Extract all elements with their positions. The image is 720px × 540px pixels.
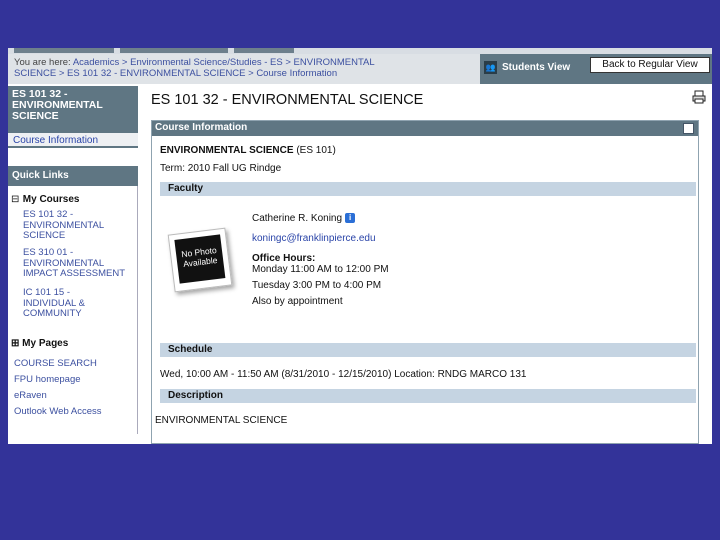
back-to-regular-view-button[interactable]: Back to Regular View	[590, 57, 710, 73]
course-code: (ES 101)	[296, 145, 336, 156]
description-text: ENVIRONMENTAL SCIENCE	[155, 415, 288, 426]
office-hours-item: Also by appointment	[252, 296, 343, 307]
office-hours-label: Office Hours:	[252, 253, 316, 264]
description-section-header: Description	[160, 389, 696, 403]
term-text: Term: 2010 Fall UG Rindge	[160, 163, 282, 174]
panel-header: Course Information	[152, 121, 698, 136]
page-link-fpu-homepage[interactable]: FPU homepage	[14, 374, 81, 385]
my-pages-header[interactable]: ⊞ My Pages	[11, 338, 68, 349]
info-icon[interactable]: i	[345, 213, 356, 224]
faculty-section-header: Faculty	[160, 182, 696, 196]
breadcrumb: You are here: Academics > Environmental …	[8, 54, 480, 84]
faculty-name-line: Catherine R. Koning i	[252, 213, 356, 224]
course-name: ENVIRONMENTAL SCIENCE	[160, 145, 294, 156]
top-tab[interactable]	[234, 48, 294, 53]
sidebar-course-title: ES 101 32 - ENVIRONMENTAL SCIENCE	[8, 86, 138, 133]
students-view-button[interactable]: 👥 Students View	[484, 58, 570, 76]
page-link-outlook[interactable]: Outlook Web Access	[14, 406, 101, 417]
print-icon[interactable]	[692, 90, 706, 104]
top-tab[interactable]	[120, 48, 228, 53]
faculty-email-link[interactable]: koningc@franklinpierce.edu	[252, 233, 376, 244]
breadcrumb-line2[interactable]: SCIENCE > ES 101 32 - ENVIRONMENTAL SCIE…	[14, 68, 480, 79]
breadcrumb-line1[interactable]: Academics > Environmental Science/Studie…	[73, 57, 375, 68]
collapse-icon[interactable]: ⊟	[11, 194, 20, 205]
course-link-es310[interactable]: ES 310 01 - ENVIRONMENTAL IMPACT ASSESSMEN…	[23, 247, 135, 280]
page-link-eraven[interactable]: eRaven	[14, 390, 47, 401]
page-link-course-search[interactable]: COURSE SEARCH	[14, 358, 97, 369]
course-link-ic101[interactable]: IC 101 15 - INDIVIDUAL & COMMUNITY	[23, 287, 135, 320]
page-title: ES 101 32 - ENVIRONMENTAL SCIENCE	[151, 92, 424, 108]
sidebar-item-course-information[interactable]: Course Information	[8, 133, 138, 148]
course-link-es101[interactable]: ES 101 32 - ENVIRONMENTAL SCIENCE	[23, 209, 135, 242]
view-toolbar: 👥 Students View Back to Regular View	[480, 54, 712, 84]
students-view-label: Students View	[502, 61, 571, 73]
office-hours-item: Tuesday 3:00 PM to 4:00 PM	[252, 280, 382, 291]
browser-screen: You are here: Academics > Environmental …	[8, 48, 712, 444]
faculty-name[interactable]: Catherine R. Koning	[252, 213, 342, 224]
schedule-text: Wed, 10:00 AM - 11:50 AM (8/31/2010 - 12…	[160, 369, 527, 380]
my-courses-label: My Courses	[22, 194, 80, 205]
course-title-line: SCIENCE	[12, 110, 59, 122]
panel-title: Course Information	[155, 122, 248, 133]
quick-links-header: Quick Links	[8, 166, 138, 186]
faculty-photo-placeholder: No Photo Available	[167, 227, 233, 293]
schedule-section-header: Schedule	[160, 343, 696, 357]
quick-links-panel: ⊟ My Courses ES 101 32 - ENVIRONMENTAL SCI…	[8, 186, 138, 434]
my-courses-header[interactable]: ⊟ My Courses	[11, 194, 79, 205]
office-hours-item: Monday 11:00 AM to 12:00 PM	[252, 264, 389, 275]
breadcrumb-prefix: You are here:	[14, 57, 71, 68]
students-icon: 👥	[484, 60, 497, 74]
panel-options-icon[interactable]	[683, 123, 694, 134]
expand-icon[interactable]: ⊞	[11, 338, 19, 349]
course-information-panel: Course Information ENVIRONMENTAL SCIENCE…	[151, 120, 699, 444]
my-pages-label: My Pages	[22, 338, 69, 349]
top-tab[interactable]	[14, 48, 114, 53]
course-name-line: ENVIRONMENTAL SCIENCE (ES 101)	[160, 145, 336, 156]
